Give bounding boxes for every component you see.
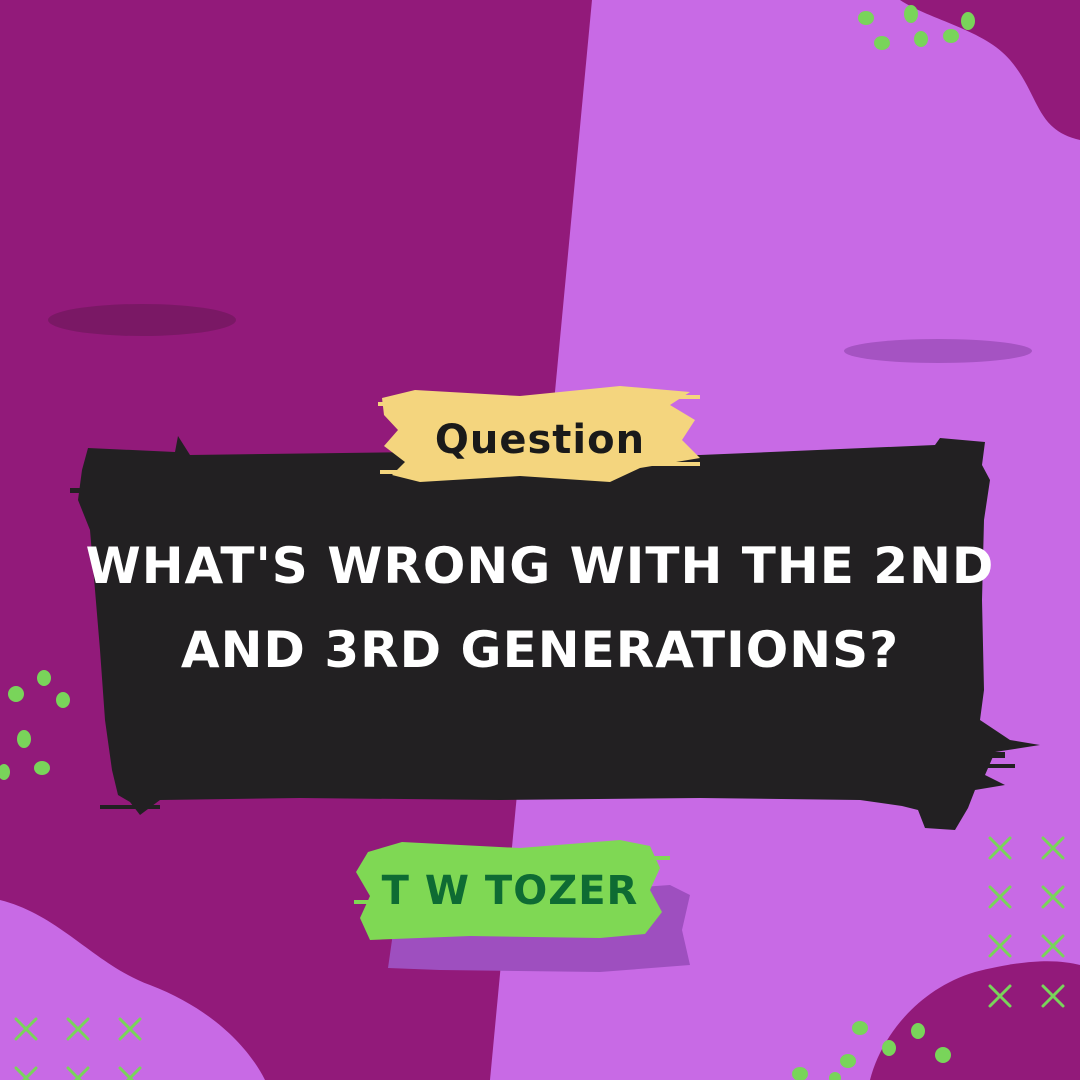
tag-label: Question (434, 417, 646, 463)
quote-card: Question WHAT'S WRONG WITH THE 2ND AND 3… (0, 0, 1080, 1080)
shadow-ellipse (48, 304, 236, 336)
shadow-ellipse (844, 339, 1032, 363)
question-line-1: WHAT'S WRONG WITH THE 2ND (85, 537, 995, 595)
question-line-2: AND 3RD GENERATIONS? (180, 621, 900, 679)
author-label: T W TOZER (381, 868, 639, 914)
